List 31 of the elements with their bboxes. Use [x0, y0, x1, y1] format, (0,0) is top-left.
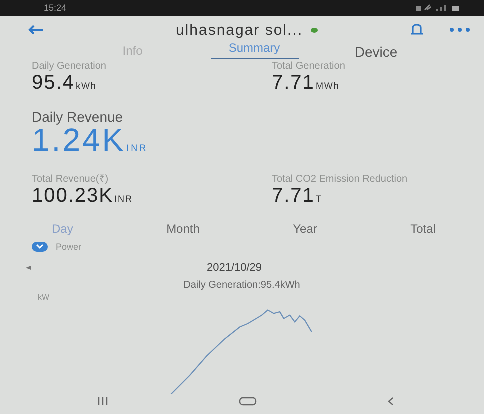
stat-value: 95.4 kWh: [32, 72, 98, 95]
axis-unit: kW: [37, 292, 51, 302]
stat-label: Daily Generation: [32, 62, 108, 72]
legend-label: Power: [56, 242, 82, 252]
stat-label: Total CO2 Emission Reduction: [272, 175, 409, 185]
stat-value: 100.23K INR: [32, 185, 134, 208]
signal-icon: [416, 4, 460, 12]
period-tab[interactable]: Total: [410, 222, 436, 236]
stat-value: 7.71 MWh: [272, 72, 341, 95]
recent-apps-icon[interactable]: [98, 397, 108, 405]
date-label[interactable]: 2021/10/29: [31, 262, 458, 274]
bell-icon[interactable]: [410, 24, 424, 36]
more-icon[interactable]: [450, 28, 470, 32]
home-icon[interactable]: [239, 396, 257, 406]
status-time: 15:24: [44, 3, 67, 13]
legend-checkbox[interactable]: [32, 242, 48, 252]
period-tab[interactable]: Year: [293, 222, 318, 236]
period-tab[interactable]: Month: [166, 222, 200, 236]
stat-label: Daily Revenue: [32, 109, 124, 125]
back-nav-icon[interactable]: [388, 396, 394, 406]
chart-title: Daily Generation:95.4kWh: [182, 280, 302, 291]
checkmark-icon: [35, 244, 45, 250]
stat-label: Total Revenue(₹): [32, 175, 110, 185]
back-icon[interactable]: [28, 25, 44, 35]
tab[interactable]: Device: [318, 40, 434, 60]
stat-label: Total Generation: [272, 62, 346, 72]
page-title: ulhasnagar sol...: [176, 22, 304, 38]
tab[interactable]: Summary: [210, 40, 298, 59]
previous-icon[interactable]: [26, 266, 31, 270]
stat-value: 1.24K INR: [32, 125, 150, 160]
stat-value: 7.71 T: [272, 185, 324, 208]
